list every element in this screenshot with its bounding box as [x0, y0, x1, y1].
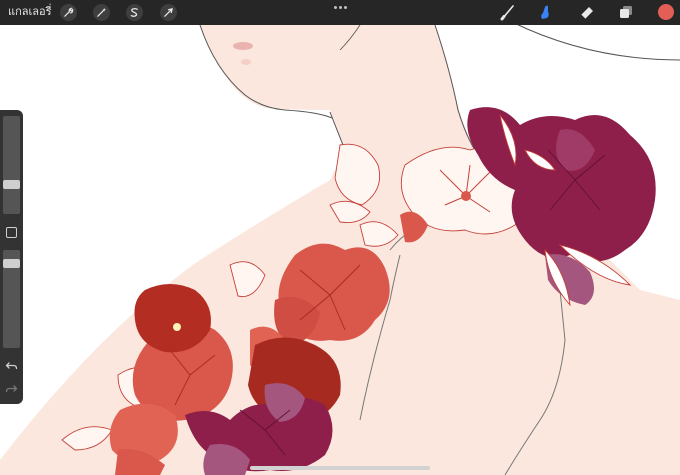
ellipsis-icon[interactable] [333, 2, 347, 12]
redo-icon[interactable] [5, 383, 18, 395]
undo-icon[interactable] [5, 360, 18, 372]
smudge-icon [541, 5, 549, 20]
transform-button[interactable] [160, 4, 177, 21]
opacity-slider-thumb[interactable] [3, 258, 20, 268]
adjustments-button[interactable] [93, 4, 110, 21]
layers-icon [620, 6, 632, 18]
magic-wand-icon [97, 7, 107, 17]
selection-button[interactable] [126, 4, 143, 21]
top-toolbar: แกลเลอรี่ [0, 0, 680, 25]
layers-button[interactable] [616, 2, 636, 22]
selection-s-icon [130, 7, 138, 17]
brush-size-slider-thumb[interactable] [3, 180, 20, 190]
brush-icon [500, 5, 514, 21]
smudge-tool-button[interactable] [535, 2, 555, 22]
brush-tool-button[interactable] [498, 2, 518, 22]
wrench-icon [64, 7, 74, 17]
eraser-icon [580, 7, 593, 20]
home-indicator [250, 466, 430, 470]
gallery-button[interactable]: แกลเลอรี่ [8, 5, 52, 19]
color-button[interactable] [656, 2, 676, 22]
actions-button[interactable] [60, 4, 77, 21]
left-sidebar [0, 110, 23, 404]
modify-button[interactable] [6, 227, 17, 238]
eraser-tool-button[interactable] [577, 2, 597, 22]
drawing-canvas[interactable] [0, 0, 680, 475]
brush-size-slider[interactable] [3, 116, 20, 214]
arrow-cursor-icon [164, 8, 173, 17]
color-swatch-icon [658, 4, 674, 20]
